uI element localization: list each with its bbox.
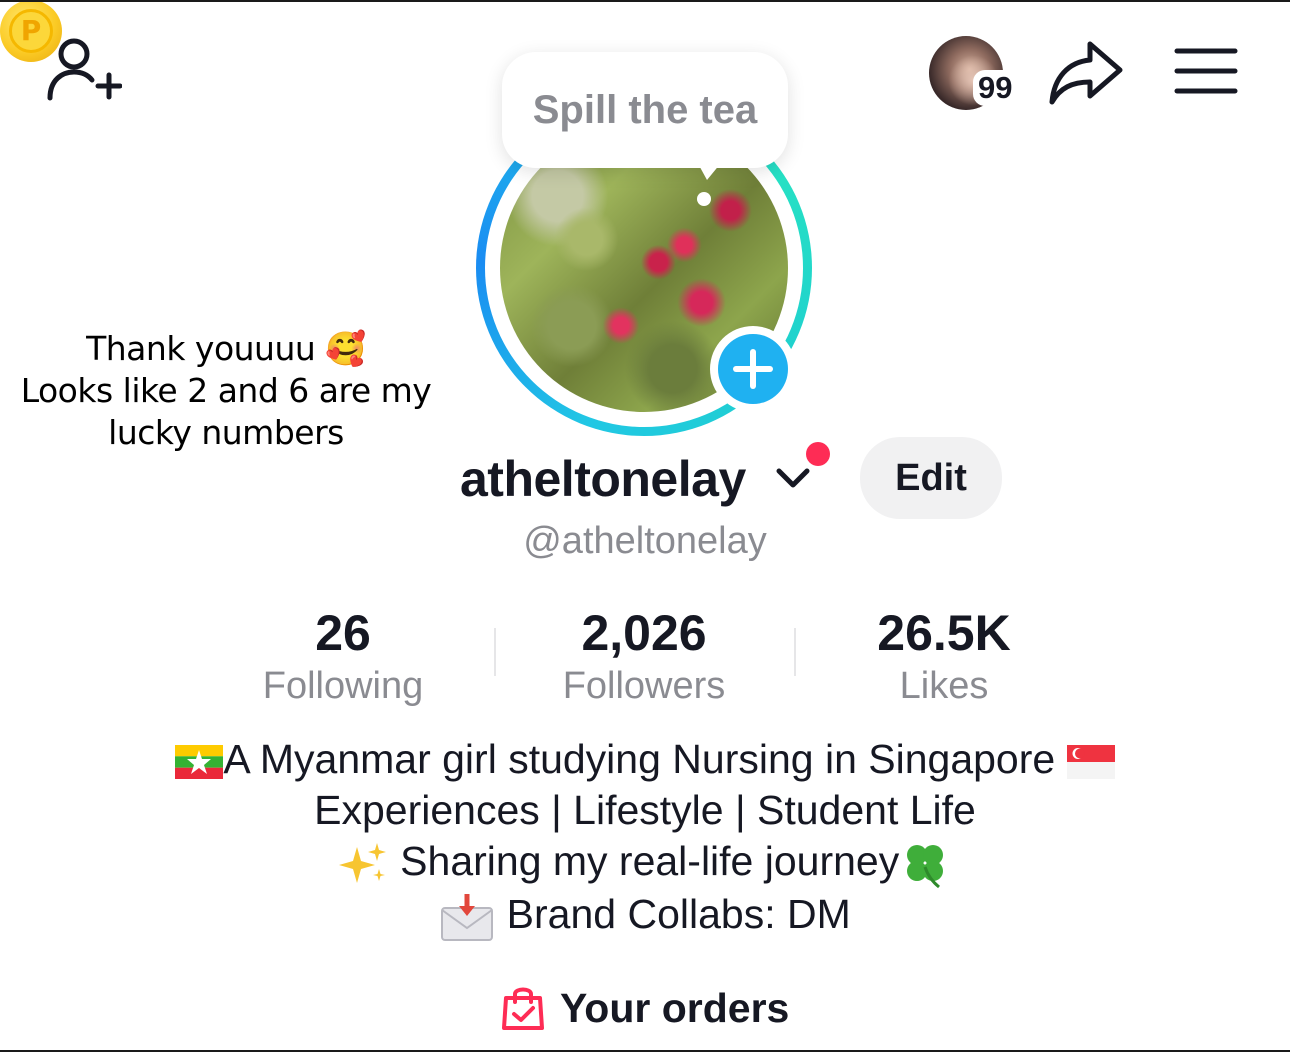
note-tooltip[interactable]: Spill the tea — [502, 52, 788, 168]
username[interactable]: atheltonelay — [460, 450, 746, 508]
menu-icon[interactable] — [1174, 46, 1238, 96]
bio-line-1: A Myanmar girl studying Nursing in Singa… — [0, 734, 1290, 785]
tooltip-text: Spill the tea — [532, 88, 758, 132]
bio-text: A Myanmar girl studying Nursing in Singa… — [223, 736, 1056, 782]
tooltip-tail — [695, 158, 725, 180]
tooltip-dot — [697, 192, 711, 206]
bio-line-4: Brand Collabs: DM — [0, 889, 1290, 942]
shopping-bag-icon — [502, 987, 544, 1030]
stat-likes[interactable]: 26.5K Likes — [814, 604, 1074, 710]
add-story-button[interactable] — [710, 326, 796, 412]
add-story-circle — [718, 334, 788, 404]
overlay-caption: Thank youuuu 🥰 Looks like 2 and 6 are my… — [20, 328, 432, 454]
followers-label: Followers — [562, 665, 726, 707]
edit-profile-button[interactable]: Edit — [860, 437, 1002, 519]
add-friend-icon[interactable] — [44, 36, 122, 106]
handle-text: @atheltonelay — [523, 520, 767, 562]
stat-divider — [794, 628, 796, 676]
caption-line: Thank youuuu 🥰 — [86, 329, 366, 368]
stat-divider — [494, 628, 496, 676]
bio-text: Sharing my real-life journey — [400, 838, 900, 884]
sparkles-icon — [338, 843, 386, 884]
four-leaf-clover-icon — [907, 845, 944, 889]
bio: A Myanmar girl studying Nursing in Singa… — [0, 734, 1290, 942]
likes-label: Likes — [899, 665, 989, 707]
stat-following[interactable]: 26 Following — [213, 604, 473, 710]
likes-count: 26.5K — [877, 605, 1011, 661]
plus-icon — [733, 349, 773, 389]
share-icon[interactable] — [1048, 38, 1124, 106]
caption-line: Looks like 2 and 6 are my — [20, 371, 432, 410]
bio-line-2: Experiences | Lifestyle | Student Life — [314, 787, 976, 833]
caption-line: lucky numbers — [108, 413, 344, 452]
following-count: 26 — [315, 605, 371, 661]
followers-count: 2,026 — [581, 605, 707, 661]
envelope-icon — [441, 894, 494, 942]
coin-symbol: P — [9, 9, 53, 53]
notification-dot — [806, 442, 830, 466]
bio-text: Brand Collabs: DM — [506, 891, 851, 938]
following-label: Following — [262, 665, 424, 707]
singapore-flag-icon — [1066, 745, 1115, 780]
myanmar-flag-icon — [175, 745, 224, 780]
bio-line-3: Sharing my real-life journey — [0, 836, 1290, 889]
user-handle: @atheltonelay — [0, 520, 1290, 563]
your-orders-label: Your orders — [560, 985, 790, 1031]
story-count-badge: 99 — [973, 70, 1018, 106]
chevron-down-icon[interactable] — [776, 466, 810, 490]
stat-followers[interactable]: 2,026 Followers — [514, 604, 774, 710]
